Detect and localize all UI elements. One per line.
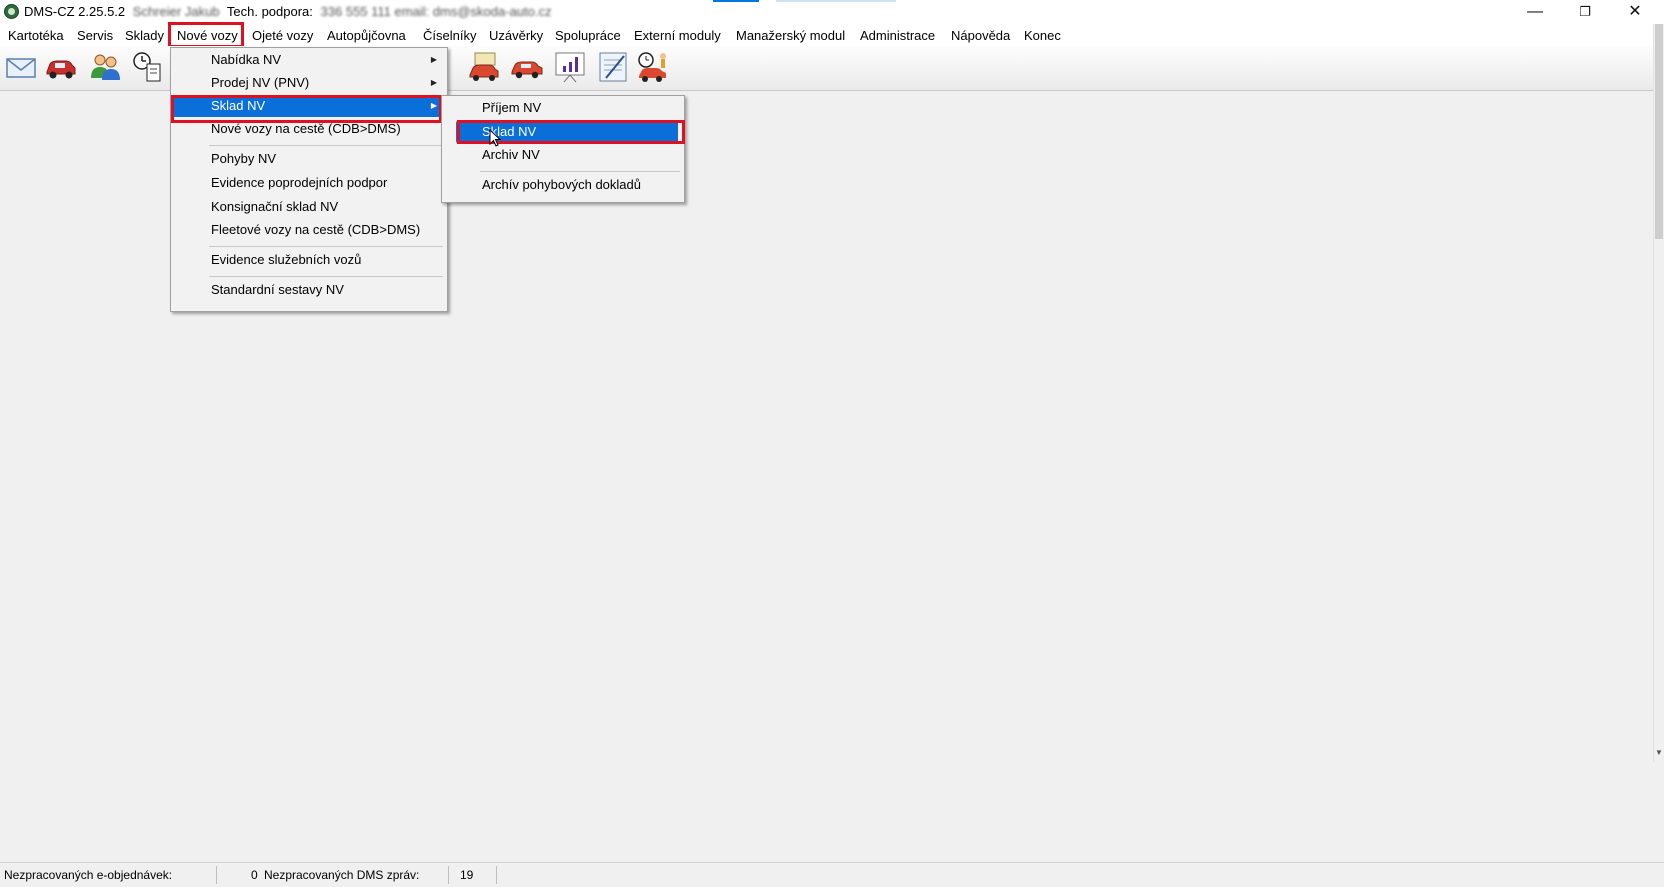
status-divider bbox=[496, 866, 497, 884]
menu-ojete-vozy[interactable]: Ojeté vozy bbox=[250, 27, 315, 45]
car-map-icon[interactable] bbox=[467, 50, 501, 84]
status-dms-label: Nezpracovaných DMS zpráv: bbox=[264, 868, 420, 882]
scrollbar-thumb[interactable] bbox=[1655, 24, 1663, 239]
menu-item-konsignacni-sklad-nv[interactable]: Konsignační sklad NV bbox=[173, 196, 445, 218]
title-app-name: DMS-CZ 2.25.5.2 bbox=[24, 4, 126, 19]
menu-item-evidence-sluzebnich-vozu[interactable]: Evidence služebních vozů bbox=[173, 249, 445, 271]
status-divider bbox=[448, 866, 449, 884]
menu-item-evidence-poprodejnich-podpor[interactable]: Evidence poprodejních podpor bbox=[173, 172, 445, 194]
submenu-item-prijem-nv[interactable]: Příjem NV bbox=[444, 97, 682, 119]
menu-item-prodej-nv[interactable]: Prodej NV (PNV) ▶ bbox=[173, 72, 445, 94]
menu-autopujcovna[interactable]: Autopůjčovna bbox=[325, 27, 408, 45]
title-bar: DMS-CZ 2.25.5.2 Schreier Jakub Tech. pod… bbox=[0, 0, 1664, 24]
menu-externi-moduly[interactable]: Externí moduly bbox=[632, 27, 723, 45]
presentation-chart-icon[interactable] bbox=[553, 50, 587, 84]
menu-item-label: Nové vozy na cestě (CDB>DMS) bbox=[211, 121, 401, 136]
menu-ciselniky[interactable]: Číselníky bbox=[421, 27, 478, 45]
mouse-cursor-icon bbox=[489, 129, 502, 147]
menu-separator bbox=[209, 276, 443, 277]
mail-icon[interactable] bbox=[4, 50, 38, 84]
title-user: Schreier Jakub bbox=[132, 4, 220, 19]
taskbar-tab-indicator bbox=[713, 0, 759, 2]
car-icon[interactable] bbox=[44, 50, 78, 84]
menu-kartoteka[interactable]: Kartotéka bbox=[6, 27, 66, 45]
app-logo-icon bbox=[4, 4, 19, 19]
submenu-arrow-icon: ▶ bbox=[430, 101, 437, 110]
submenu-arrow-icon: ▶ bbox=[430, 55, 437, 64]
status-bar: Nezpracovaných e-objednávek: 0 Nezpracov… bbox=[0, 862, 1664, 887]
menu-item-pohyby-nv[interactable]: Pohyby NV bbox=[173, 148, 445, 170]
menu-uzaverky[interactable]: Uzávěrky bbox=[487, 27, 545, 45]
menu-dropdown-nove-vozy: Nabídka NV ▶ Prodej NV (PNV) ▶ Sklad NV … bbox=[170, 47, 448, 312]
status-divider bbox=[216, 866, 217, 884]
menu-napoveda[interactable]: Nápověda bbox=[949, 27, 1012, 45]
restore-button[interactable]: ❐ bbox=[1562, 0, 1608, 24]
minimize-button[interactable]: — bbox=[1512, 0, 1558, 24]
title-support-contact: 336 555 111 email: dms@skoda-auto.cz bbox=[320, 4, 552, 19]
close-button[interactable]: ✕ bbox=[1612, 0, 1658, 24]
menu-konec[interactable]: Konec bbox=[1022, 27, 1063, 45]
taskbar-tab-indicator-secondary bbox=[776, 0, 896, 2]
menu-item-fleetove-vozy-na-ceste[interactable]: Fleetové vozy na cestě (CDB>DMS) bbox=[173, 219, 445, 241]
menu-servis[interactable]: Servis bbox=[75, 27, 115, 45]
menu-item-label: Konsignační sklad NV bbox=[211, 199, 339, 214]
menu-item-label: Sklad NV bbox=[211, 98, 266, 113]
title-support-label: Tech. podpora: bbox=[226, 4, 313, 19]
menu-nove-vozy[interactable]: Nové vozy bbox=[175, 27, 240, 45]
vertical-scrollbar[interactable]: ▼ bbox=[1653, 24, 1664, 762]
car-red-icon[interactable] bbox=[510, 50, 544, 84]
menu-item-label: Nabídka NV bbox=[211, 52, 282, 67]
status-eorders-label: Nezpracovaných e-objednávek: bbox=[4, 868, 173, 882]
submenu-item-archiv-nv[interactable]: Archiv NV bbox=[444, 144, 682, 166]
submenu-arrow-icon: ▶ bbox=[430, 78, 437, 87]
menu-bar: Kartotéka Servis Sklady Nové vozy Ojeté … bbox=[0, 24, 1664, 46]
users-icon[interactable] bbox=[88, 50, 122, 84]
scroll-down-arrow-icon[interactable]: ▼ bbox=[1654, 748, 1664, 758]
menu-item-label: Prodej NV (PNV) bbox=[211, 75, 310, 90]
menu-separator bbox=[209, 145, 443, 146]
menu-administrace[interactable]: Administrace bbox=[858, 27, 937, 45]
menu-item-label: Evidence služebních vozů bbox=[211, 252, 362, 267]
submenu-sklad-nv: Příjem NV Sklad NV Archiv NV Archív pohy… bbox=[441, 95, 685, 203]
status-dms-value: 19 bbox=[460, 868, 474, 882]
menu-separator bbox=[480, 171, 680, 172]
submenu-item-archiv-pohybovych-dokladu[interactable]: Archív pohybových dokladů bbox=[444, 174, 682, 196]
menu-item-nabidka-nv[interactable]: Nabídka NV ▶ bbox=[173, 49, 445, 71]
menu-item-label: Pohyby NV bbox=[211, 151, 277, 166]
menu-item-label: Příjem NV bbox=[482, 100, 542, 115]
clock-person-car-icon[interactable] bbox=[636, 50, 670, 84]
menu-item-standardni-sestavy-nv[interactable]: Standardní sestavy NV bbox=[173, 279, 445, 301]
menu-item-label: Fleetové vozy na cestě (CDB>DMS) bbox=[211, 222, 421, 237]
menu-separator bbox=[209, 246, 443, 247]
menu-item-label: Evidence poprodejních podpor bbox=[211, 175, 388, 190]
window-title: DMS-CZ 2.25.5.2 Schreier Jakub Tech. pod… bbox=[24, 4, 555, 19]
menu-item-sklad-nv[interactable]: Sklad NV ▶ bbox=[173, 95, 445, 117]
menu-item-label: Standardní sestavy NV bbox=[211, 282, 344, 297]
clock-document-icon[interactable] bbox=[131, 50, 165, 84]
checklist-icon[interactable] bbox=[596, 50, 630, 84]
menu-item-nove-vozy-na-ceste[interactable]: Nové vozy na cestě (CDB>DMS) bbox=[173, 118, 445, 140]
menu-sklady[interactable]: Sklady bbox=[123, 27, 166, 45]
menu-item-label: Archív pohybových dokladů bbox=[482, 177, 641, 192]
status-eorders-value: 0 bbox=[251, 868, 258, 882]
menu-manazersky-modul[interactable]: Manažerský modul bbox=[734, 27, 847, 45]
menu-spoluprace[interactable]: Spolupráce bbox=[553, 27, 623, 45]
